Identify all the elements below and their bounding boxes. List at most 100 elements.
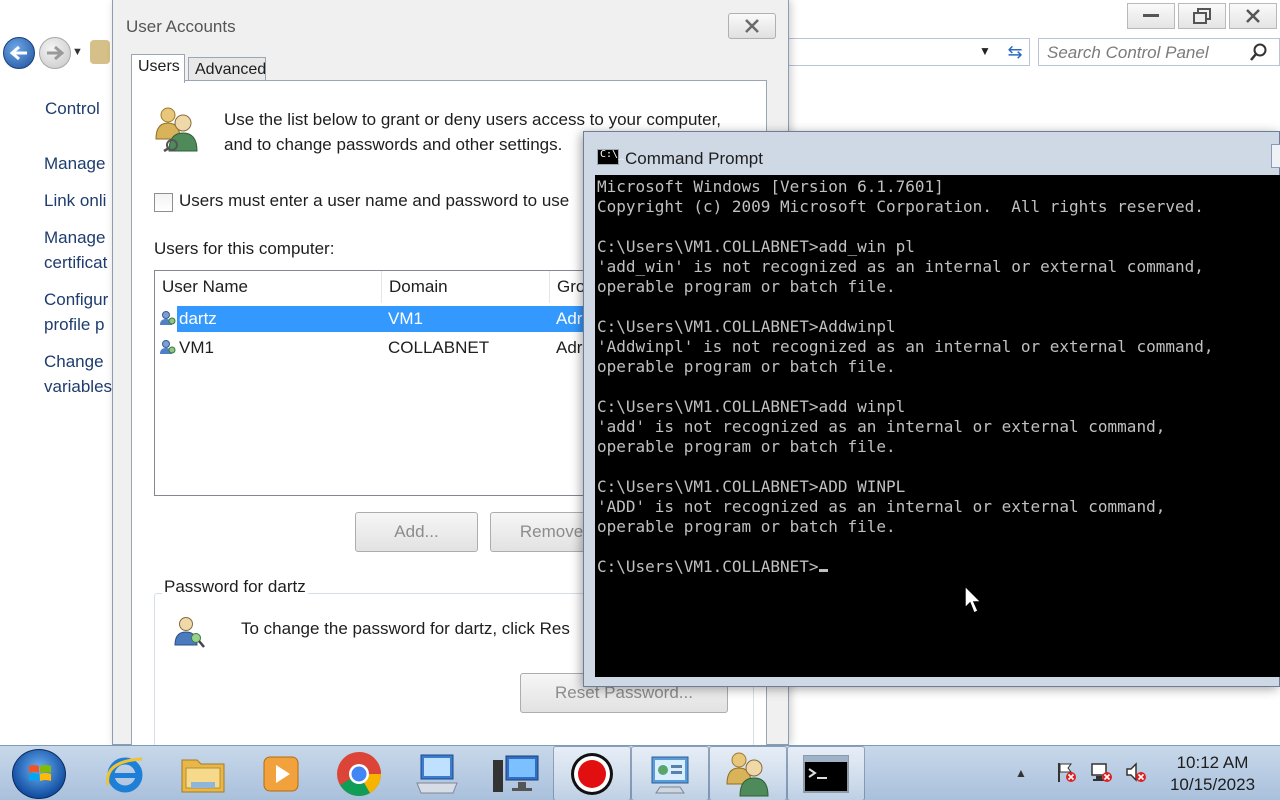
show-hidden-icons-button[interactable]: ▲	[1015, 766, 1027, 780]
link-change-env-variables[interactable]: Change	[44, 350, 104, 374]
console-prompt-line[interactable]: C:\Users\VM1.COLLABNET>	[597, 557, 1214, 577]
link-manage-certificates[interactable]: Manage	[44, 226, 105, 250]
console-line: operable program or batch file.	[597, 357, 896, 376]
taskbar-computer-monitor[interactable]	[476, 746, 554, 800]
intro-line-1: Use the list below to grant or deny user…	[224, 110, 722, 129]
text-cursor	[818, 569, 828, 572]
column-header-user-name[interactable]: User Name	[155, 271, 382, 303]
network-icon[interactable]	[1090, 761, 1112, 783]
recent-pages-dropdown[interactable]: ▼	[72, 46, 83, 58]
search-box[interactable]	[1038, 38, 1280, 66]
taskbar-control-panel[interactable]	[631, 746, 709, 800]
add-user-button[interactable]: Add...	[355, 512, 478, 552]
taskbar-media-player[interactable]	[242, 746, 320, 800]
table-row[interactable]: VM1 COLLABNET Adr	[155, 334, 609, 362]
close-button[interactable]	[1229, 3, 1277, 29]
media-player-icon	[263, 756, 299, 791]
user-icon	[160, 340, 176, 354]
users-icon	[155, 107, 198, 153]
link-online-ids[interactable]: Link onli	[44, 189, 106, 213]
system-clock[interactable]: 10:12 AM 10/15/2023	[1160, 752, 1265, 796]
console-prompt: C:\Users\VM1.COLLABNET>	[597, 557, 819, 576]
users-list[interactable]: User Name Domain Gro dartz VM1 Adr VM1 C…	[154, 270, 610, 496]
command-prompt-icon: C:\_	[597, 149, 624, 165]
must-enter-password-label[interactable]: Users must enter a user name and passwor…	[179, 191, 569, 211]
link-configure-profile[interactable]: Configur	[44, 288, 108, 312]
cell-domain: COLLABNET	[388, 338, 490, 357]
control-panel-home-link[interactable]: Control	[45, 97, 100, 121]
mouse-pointer-icon	[964, 585, 983, 614]
cell-user-name: dartz	[179, 309, 217, 328]
forward-button[interactable]	[39, 37, 71, 69]
command-prompt-window[interactable]: C:\_ Command Prompt Microsoft Windows [V…	[583, 131, 1280, 687]
cell-user-name: VM1	[179, 338, 214, 357]
address-bar[interactable]	[788, 38, 1030, 66]
arrow-left-icon	[10, 45, 27, 61]
table-row[interactable]: dartz VM1 Adr	[155, 305, 609, 333]
user-accounts-breadcrumb-icon	[90, 40, 110, 64]
cell-domain: VM1	[388, 309, 423, 328]
close-icon	[745, 19, 759, 33]
close-icon	[1246, 9, 1260, 23]
restore-icon	[1193, 8, 1211, 24]
console-line: 'add_win' is not recognized as an intern…	[597, 257, 1204, 276]
user-accounts-icon	[726, 752, 769, 796]
remote-desktop-icon	[416, 754, 458, 793]
console-line: operable program or batch file.	[597, 277, 896, 296]
taskbar-file-explorer[interactable]	[164, 746, 242, 800]
arrow-right-icon	[47, 45, 64, 61]
internet-explorer-icon	[106, 757, 143, 792]
screen-recorder-icon	[571, 752, 613, 795]
must-enter-password-checkbox[interactable]	[154, 193, 173, 212]
console-line: Copyright (c) 2009 Microsoft Corporation…	[597, 197, 1204, 216]
start-button[interactable]	[12, 749, 66, 799]
search-input[interactable]	[1047, 43, 1247, 63]
minimize-icon	[1143, 14, 1159, 17]
taskbar-user-accounts[interactable]	[709, 746, 787, 800]
window-control-edge[interactable]	[1271, 144, 1280, 168]
cmd-icon-glyph: C:\_	[600, 149, 625, 160]
action-center-flag-icon[interactable]	[1055, 761, 1077, 783]
taskbar-chrome[interactable]	[320, 746, 398, 800]
console-line: operable program or batch file.	[597, 517, 896, 536]
user-password-icon	[174, 617, 205, 648]
taskbar-screen-recorder[interactable]	[553, 746, 631, 800]
users-list-label: Users for this computer:	[154, 239, 335, 258]
taskbar-internet-explorer[interactable]	[86, 746, 164, 800]
console-line: 'ADD' is not recognized as an internal o…	[597, 497, 1166, 516]
password-instructions: To change the password for dartz, click …	[241, 619, 570, 638]
cell-group: Adr	[556, 309, 583, 328]
dialog-close-button[interactable]	[728, 13, 776, 39]
console-lines: Microsoft Windows [Version 6.1.7601] Copy…	[597, 177, 1214, 577]
taskbar-remote-desktop[interactable]	[398, 746, 476, 800]
link-manage-accounts[interactable]: Manage	[44, 152, 105, 176]
chrome-icon	[337, 751, 381, 796]
windows-logo-icon	[29, 765, 51, 781]
console-line: C:\Users\VM1.COLLABNET>Addwinpl	[597, 317, 896, 336]
link-configure-profile-2[interactable]: profile p	[44, 313, 104, 337]
console-line: C:\Users\VM1.COLLABNET>add_win pl	[597, 237, 915, 256]
console-line: 'add' is not recognized as an internal o…	[597, 417, 1166, 436]
volume-muted-icon[interactable]	[1125, 761, 1147, 783]
address-dropdown-icon[interactable]: ▼	[979, 44, 991, 58]
console-line: Microsoft Windows [Version 6.1.7601]	[597, 177, 944, 196]
column-header-domain[interactable]: Domain	[382, 271, 550, 303]
taskbar-command-prompt[interactable]	[787, 746, 865, 800]
search-icon[interactable]	[1249, 42, 1269, 62]
file-explorer-icon	[181, 759, 225, 792]
link-manage-certificates-2[interactable]: certificat	[44, 251, 107, 275]
minimize-button[interactable]	[1127, 3, 1175, 29]
clock-date: 10/15/2023	[1169, 775, 1256, 794]
back-button[interactable]	[3, 37, 35, 69]
console-output[interactable]: Microsoft Windows [Version 6.1.7601] Copy…	[595, 175, 1280, 677]
cell-group: Adr	[556, 338, 583, 357]
tab-users[interactable]: Users	[131, 54, 185, 83]
maximize-button[interactable]	[1178, 3, 1226, 29]
user-icon	[160, 311, 176, 325]
link-change-env-variables-2[interactable]: variables	[44, 375, 112, 399]
refresh-icon[interactable]: ⇆	[1002, 40, 1028, 64]
